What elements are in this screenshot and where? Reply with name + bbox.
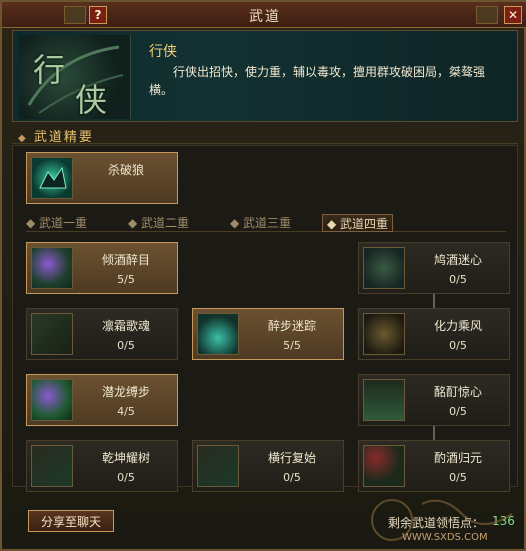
essence-skill-icon xyxy=(31,157,73,199)
class-description: 行侠出招快，使力重，辅以毒攻，擅用群攻破困局，桀骜强横。 xyxy=(149,65,486,97)
skill-card[interactable]: 化力乘风 0/5 xyxy=(358,308,510,360)
section-title: ◆ 武道精要 xyxy=(18,126,94,145)
tab-label: 武道三重 xyxy=(243,216,292,230)
skill-name: 凛霜歌魂 xyxy=(101,319,150,333)
skill-level: 0/5 xyxy=(117,471,135,484)
skill-card[interactable]: 横行复始 0/5 xyxy=(192,440,344,492)
skill-level: 5/5 xyxy=(117,273,135,286)
share-to-chat-button[interactable]: 分享至聊天 xyxy=(28,510,114,532)
skill-level: 4/5 xyxy=(117,405,135,418)
tab-label: 武道二重 xyxy=(141,216,190,230)
tab-tier-1[interactable]: ◆ 武道一重 xyxy=(26,214,87,232)
skill-name: 醉步迷踪 xyxy=(267,319,316,333)
close-button[interactable]: ✕ xyxy=(504,6,522,24)
skill-card[interactable]: 酩酊惊心 0/5 xyxy=(358,374,510,426)
skill-name: 横行复始 xyxy=(267,451,316,465)
skill-name: 乾坤耀树 xyxy=(101,451,150,465)
skill-card[interactable]: 潜龙缚步 4/5 xyxy=(26,374,178,426)
skill-connector xyxy=(433,426,435,440)
skill-name: 酌酒归元 xyxy=(433,451,482,465)
skill-card[interactable]: 醉步迷踪 5/5 xyxy=(192,308,344,360)
skill-name: 倾酒醉目 xyxy=(101,253,150,267)
skill-card[interactable]: 倾酒醉目 5/5 xyxy=(26,242,178,294)
essence-skill-name: 杀破狼 xyxy=(107,163,144,177)
skill-level: 5/5 xyxy=(283,339,301,352)
drunk-shock-icon xyxy=(363,379,405,421)
skill-level: 0/5 xyxy=(117,339,135,352)
tab-tier-2[interactable]: ◆ 武道二重 xyxy=(128,214,189,232)
skill-level: 0/5 xyxy=(283,471,301,484)
skill-level: 0/5 xyxy=(449,405,467,418)
skill-level: 0/5 xyxy=(449,471,467,484)
wind-force-icon xyxy=(363,313,405,355)
class-header: 行 侠 行侠 行侠出招快，使力重，辅以毒攻，擅用群攻破困局，桀骜强横。 xyxy=(12,30,518,122)
emblem-char-2: 侠 xyxy=(75,81,108,119)
essence-skill-card[interactable]: 杀破狼 xyxy=(26,152,178,204)
tab-label: 武道一重 xyxy=(39,216,88,230)
hidden-dragon-icon xyxy=(31,379,73,421)
skill-name: 潜龙缚步 xyxy=(101,385,150,399)
skill-card[interactable]: 凛霜歌魂 0/5 xyxy=(26,308,178,360)
skill-name: 酩酊惊心 xyxy=(433,385,482,399)
class-name: 行侠 xyxy=(149,44,177,60)
skill-level: 0/5 xyxy=(449,273,467,286)
skill-name: 鸠酒迷心 xyxy=(433,253,482,267)
tab-diamond-icon: ◆ xyxy=(26,216,40,230)
wine-eye-icon xyxy=(31,247,73,289)
class-emblem: 行 侠 xyxy=(19,35,131,119)
tab-diamond-icon: ◆ xyxy=(327,217,341,231)
tab-diamond-icon: ◆ xyxy=(230,216,244,230)
skill-connector xyxy=(433,294,435,308)
frost-soul-icon xyxy=(31,313,73,355)
title-ornament-right xyxy=(476,6,498,24)
section-diamond-icon: ◆ xyxy=(18,133,28,144)
tab-label: 武道四重 xyxy=(340,217,389,231)
title-bar[interactable]: ? 武道 ✕ xyxy=(2,2,526,28)
skill-window: ? 武道 ✕ 行 侠 行侠 行侠出招快，使力重，辅以毒攻，擅用群攻破困局，桀骜强… xyxy=(0,0,526,551)
tab-tier-3[interactable]: ◆ 武道三重 xyxy=(230,214,291,232)
window-title: 武道 xyxy=(249,9,281,25)
tab-tier-4[interactable]: ◆ 武道四重 xyxy=(322,214,394,232)
tier-tabs: ◆ 武道一重 ◆ 武道二重 ◆ 武道三重 ◆ 武道四重 xyxy=(26,214,506,232)
drunken-step-icon xyxy=(197,313,239,355)
emblem-char-1: 行 xyxy=(33,51,66,89)
skill-card[interactable]: 乾坤耀树 0/5 xyxy=(26,440,178,492)
universe-tree-icon xyxy=(31,445,73,487)
wolf-icon xyxy=(39,166,67,189)
poison-heart-icon xyxy=(363,247,405,289)
tab-diamond-icon: ◆ xyxy=(128,216,142,230)
skill-name: 化力乘风 xyxy=(433,319,482,333)
section-title-text: 武道精要 xyxy=(33,130,94,145)
site-watermark-text: WWW.SXDS.COM xyxy=(402,532,488,543)
rampage-icon xyxy=(197,445,239,487)
skill-card[interactable]: 鸠酒迷心 0/5 xyxy=(358,242,510,294)
wine-return-icon xyxy=(363,445,405,487)
skill-level: 0/5 xyxy=(449,339,467,352)
